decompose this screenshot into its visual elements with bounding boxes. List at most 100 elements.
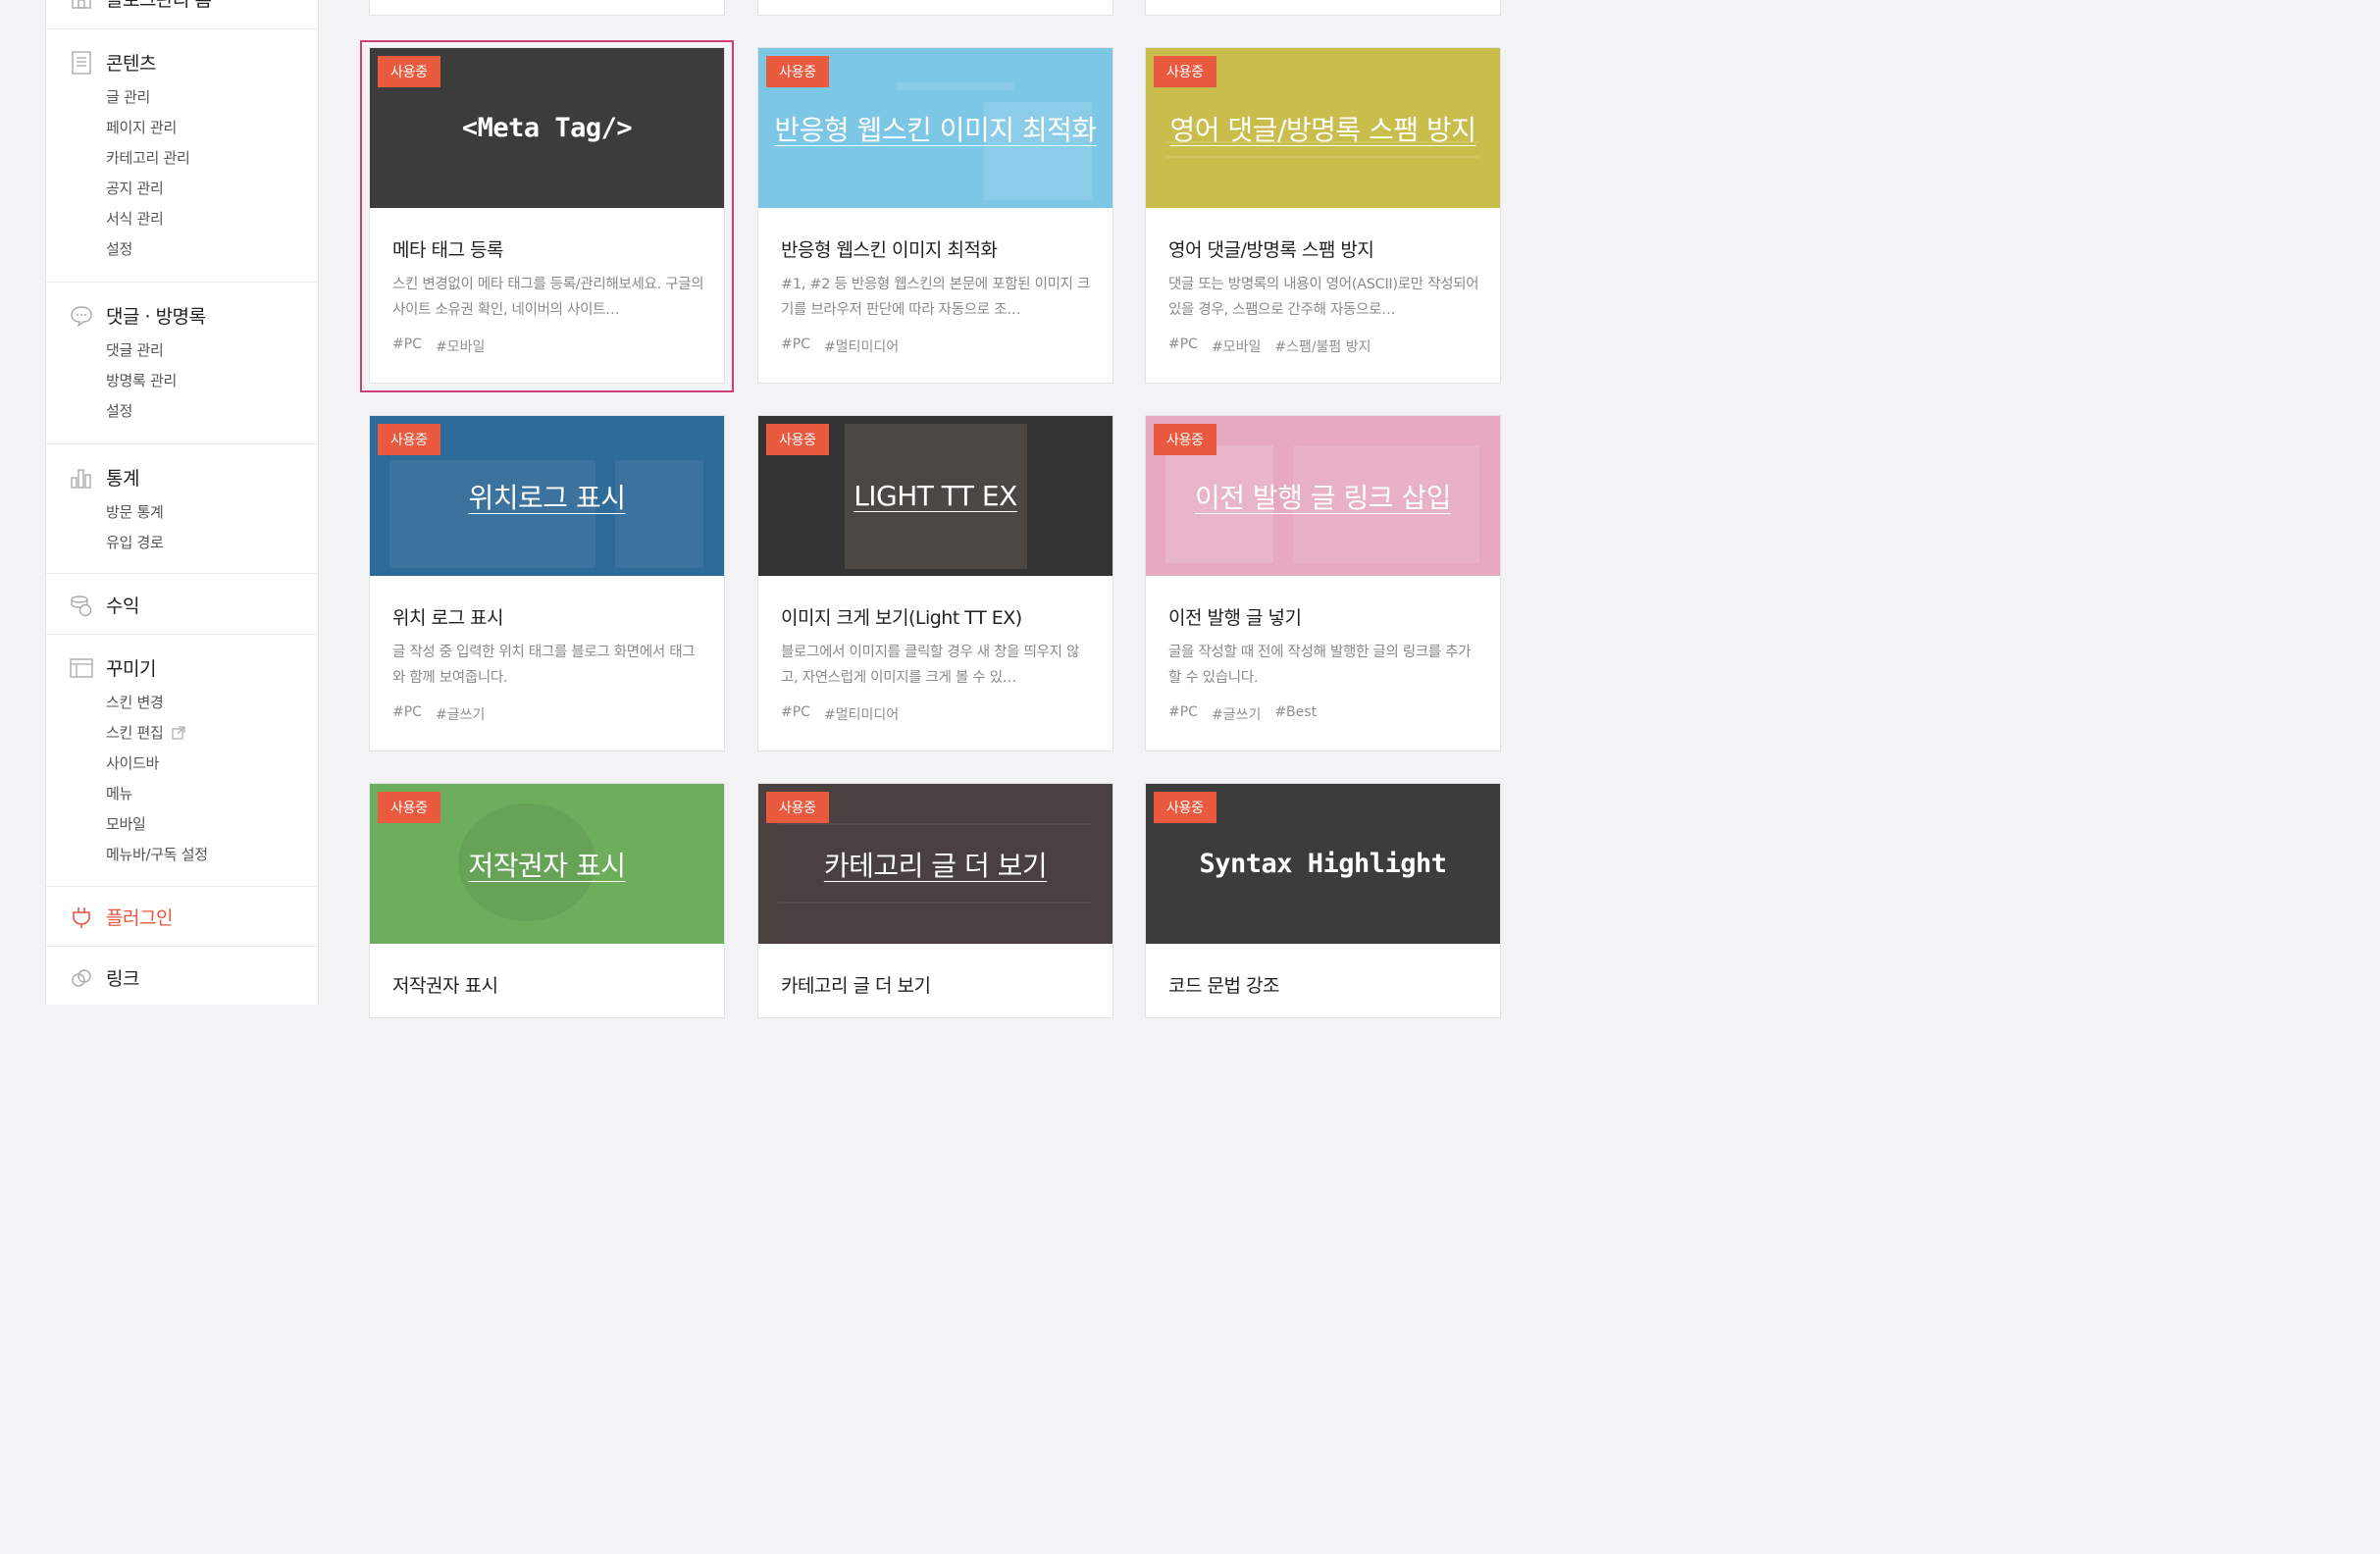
plugin-tag: #멀티미디어 (823, 339, 900, 355)
home-icon (70, 0, 93, 11)
plugin-card-syntax-highlight[interactable]: Syntax Highlight 사용중 코드 문법 강조 (1145, 783, 1501, 1018)
plugin-card-copyright[interactable]: 저작권자 표시 사용중 저작권자 표시 (369, 783, 725, 1018)
in-use-badge: 사용중 (1154, 792, 1216, 823)
sidebar-links-header[interactable]: 링크 (70, 964, 139, 991)
sidebar-section-stats: 통계 방문 통계 유입 경로 (46, 443, 318, 573)
plugin-card-partial[interactable] (1145, 0, 1501, 16)
plugin-tag: #PC (781, 337, 810, 352)
plugin-name: 메타 태그 등록 (392, 239, 503, 261)
plugin-card-location-log[interactable]: 위치로그 표시 사용중 위치 로그 표시 글 작성 중 입력한 위치 태그를 블… (369, 415, 725, 751)
document-icon (70, 50, 93, 75)
layout-icon (70, 656, 93, 680)
sidebar-item-notice-manage[interactable]: 공지 관리 (106, 178, 164, 198)
sidebar: 블로그관리 홈 콘텐츠 글 관리 페이지 관리 카테고리 관리 공지 관리 서식… (45, 0, 319, 1005)
plugin-name: 위치 로그 표시 (392, 607, 503, 629)
sidebar-section-plugins: 플러그인 (46, 886, 318, 946)
plugin-card-responsive-image[interactable]: 반응형 웹스킨 이미지 최적화 사용중 반응형 웹스킨 이미지 최적화 #1, … (757, 47, 1113, 384)
sidebar-section-decorate: 꾸미기 스킨 변경 스킨 편집 사이드바 메뉴 모바일 메뉴바/구독 설정 (46, 634, 318, 886)
plugin-tags: #PC #글쓰기 (392, 704, 485, 724)
plugin-description: 글 작성 중 입력한 위치 태그를 블로그 화면에서 태그와 함께 보여줍니다. (392, 645, 696, 686)
sidebar-item-skin-change[interactable]: 스킨 변경 (106, 692, 164, 712)
sidebar-decorate-header[interactable]: 꾸미기 (70, 654, 156, 681)
plugin-thumb-title: 반응형 웹스킨 이미지 최적화 (774, 113, 1097, 146)
sidebar-stats-header[interactable]: 통계 (70, 464, 139, 491)
sidebar-section-links: 링크 (46, 946, 318, 1006)
plugin-tags: #PC #멀티미디어 (781, 337, 899, 356)
in-use-badge: 사용중 (378, 56, 440, 87)
in-use-badge: 사용중 (766, 424, 829, 455)
sidebar-item-comment-manage[interactable]: 댓글 관리 (106, 339, 164, 360)
sidebar-comments-header[interactable]: 댓글 · 방명록 (70, 302, 206, 329)
sidebar-item-mobile[interactable]: 모바일 (106, 813, 146, 834)
sidebar-item-menu[interactable]: 메뉴 (106, 783, 132, 803)
sidebar-item-template-manage[interactable]: 서식 관리 (106, 208, 164, 229)
plugin-tag: #PC (392, 704, 422, 720)
plugin-name: 카테고리 글 더 보기 (781, 975, 931, 997)
sidebar-item-sidebar[interactable]: 사이드바 (106, 752, 159, 773)
sidebar-content-header[interactable]: 콘텐츠 (70, 49, 156, 76)
sidebar-section-revenue: 수익 (46, 573, 318, 634)
sidebar-stats-title: 통계 (106, 468, 139, 490)
sidebar-item-skin-edit[interactable]: 스킨 편집 (106, 722, 185, 744)
in-use-badge: 사용중 (378, 424, 440, 455)
plugin-thumb-title: 위치로그 표시 (468, 481, 626, 514)
sidebar-item-category-manage[interactable]: 카테고리 관리 (106, 147, 190, 168)
plugin-description: 글을 작성할 때 전에 작성해 발행한 글의 링크를 추가할 수 있습니다. (1168, 645, 1472, 686)
plugin-tags: #PC #모바일 (392, 337, 485, 356)
plugin-name: 이미지 크게 보기(Light TT EX) (781, 607, 1022, 629)
plugin-card-partial[interactable] (757, 0, 1113, 16)
plugin-thumb-title: <Meta Tag/> (461, 113, 633, 143)
plugin-thumb-title: Syntax Highlight (1199, 849, 1447, 879)
sidebar-item-guestbook-manage[interactable]: 방명록 관리 (106, 370, 177, 390)
sidebar-section-comments: 댓글 · 방명록 댓글 관리 방명록 관리 설정 (46, 282, 318, 443)
plugin-tag: #PC (392, 337, 422, 352)
sidebar-plugins-title: 플러그인 (106, 907, 173, 929)
external-link-icon (172, 726, 185, 744)
sidebar-item-menubar-subscribe[interactable]: 메뉴바/구독 설정 (106, 844, 208, 864)
plugin-name: 이전 발행 글 넣기 (1168, 607, 1302, 629)
plugin-thumb-title: 이전 발행 글 링크 삽입 (1195, 481, 1451, 514)
plugin-thumb-title: 저작권자 표시 (468, 849, 626, 882)
plugin-thumb-title: LIGHT TT EX (854, 480, 1017, 512)
plugin-tag: #글쓰기 (435, 707, 486, 723)
sidebar-item-comment-settings[interactable]: 설정 (106, 400, 132, 421)
in-use-badge: 사용중 (766, 792, 829, 823)
sidebar-item-post-manage[interactable]: 글 관리 (106, 86, 150, 107)
plugin-card-light-tt-ex[interactable]: LIGHT TT EX 사용중 이미지 크게 보기(Light TT EX) 블… (757, 415, 1113, 751)
sidebar-revenue-header[interactable]: 수익 (70, 592, 139, 618)
plugin-card-english-spam[interactable]: 영어 댓글/방명록 스팸 방지 사용중 영어 댓글/방명록 스팸 방지 댓글 또… (1145, 47, 1501, 384)
plugin-thumb-title: 영어 댓글/방명록 스팸 방지 (1169, 113, 1477, 146)
plugin-name: 코드 문법 강조 (1168, 975, 1279, 997)
skin-edit-label: 스킨 편집 (106, 724, 164, 742)
plugin-card-meta-tag[interactable]: <Meta Tag/> 사용중 메타 태그 등록 스킨 변경없이 메타 태그를 … (369, 47, 725, 384)
plugin-card-partial[interactable] (369, 0, 725, 16)
plugin-tag: #Best (1274, 704, 1318, 720)
sidebar-item-page-manage[interactable]: 페이지 관리 (106, 117, 177, 137)
plugin-name: 저작권자 표시 (392, 975, 498, 997)
sidebar-links-title: 링크 (106, 968, 139, 990)
sidebar-item-content-settings[interactable]: 설정 (106, 238, 132, 259)
sidebar-item-visit-stats[interactable]: 방문 통계 (106, 501, 164, 522)
sidebar-section-home[interactable]: 블로그관리 홈 (46, 0, 318, 29)
plugin-tag: #글쓰기 (1211, 707, 1262, 723)
in-use-badge: 사용중 (1154, 56, 1216, 87)
sidebar-item-referrer[interactable]: 유입 경로 (106, 532, 164, 552)
plugin-tag: #스팸/불펌 방지 (1274, 339, 1371, 355)
plugin-tag: #PC (1168, 704, 1198, 720)
sidebar-content-title: 콘텐츠 (106, 53, 156, 75)
plugin-description: 스킨 변경없이 메타 태그를 등록/관리해보세요. 구글의 사이트 소유권 확인… (392, 277, 704, 318)
sidebar-revenue-title: 수익 (106, 596, 139, 617)
plugin-thumb-title: 카테고리 글 더 보기 (823, 849, 1048, 882)
plugin-name: 반응형 웹스킨 이미지 최적화 (781, 239, 998, 261)
plugin-card-category-more[interactable]: 카테고리 글 더 보기 사용중 카테고리 글 더 보기 (757, 783, 1113, 1018)
sidebar-section-content: 콘텐츠 글 관리 페이지 관리 카테고리 관리 공지 관리 서식 관리 설정 (46, 29, 318, 281)
plugin-tag: #PC (1168, 337, 1198, 352)
plugin-card-prev-post-link[interactable]: 이전 발행 글 링크 삽입 사용중 이전 발행 글 넣기 글을 작성할 때 전에… (1145, 415, 1501, 751)
bar-chart-icon (70, 466, 93, 490)
plugin-description: #1, #2 등 반응형 웹스킨의 본문에 포함된 이미지 크기를 브라우저 판… (781, 277, 1091, 318)
plugin-tags: #PC #멀티미디어 (781, 704, 899, 724)
plugin-tags: #PC #글쓰기 #Best (1168, 704, 1317, 724)
sidebar-plugins-header[interactable]: 플러그인 (70, 904, 173, 930)
sidebar-comments-title: 댓글 · 방명록 (106, 306, 206, 328)
plugin-description: 블로그에서 이미지를 클릭할 경우 새 창을 띄우지 않고, 자연스럽게 이미지… (781, 645, 1080, 686)
